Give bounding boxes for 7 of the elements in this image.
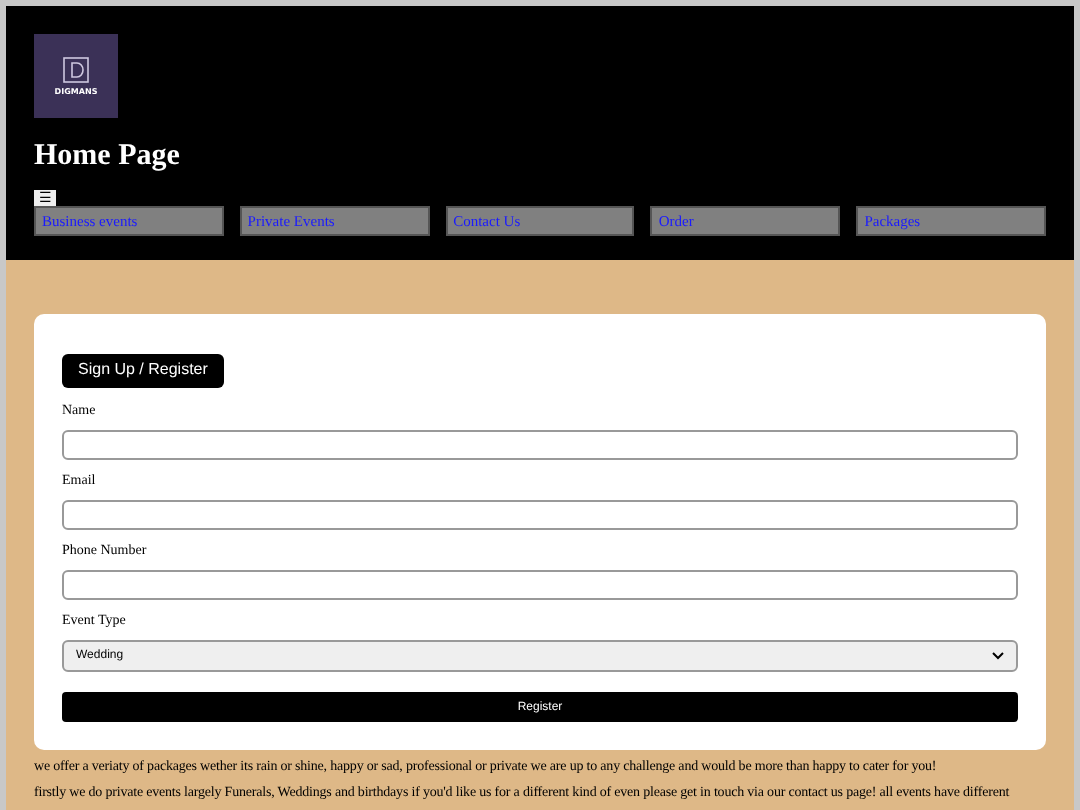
page-title: Home Page	[34, 142, 182, 172]
chevron-icon	[992, 652, 1004, 660]
input-field[interactable]	[62, 570, 1018, 600]
tab-button[interactable]: Sign Up / Register	[62, 353, 224, 387]
input-field[interactable]	[62, 430, 1018, 460]
letter-frame-icon	[62, 56, 90, 84]
input-field[interactable]	[62, 500, 1018, 530]
